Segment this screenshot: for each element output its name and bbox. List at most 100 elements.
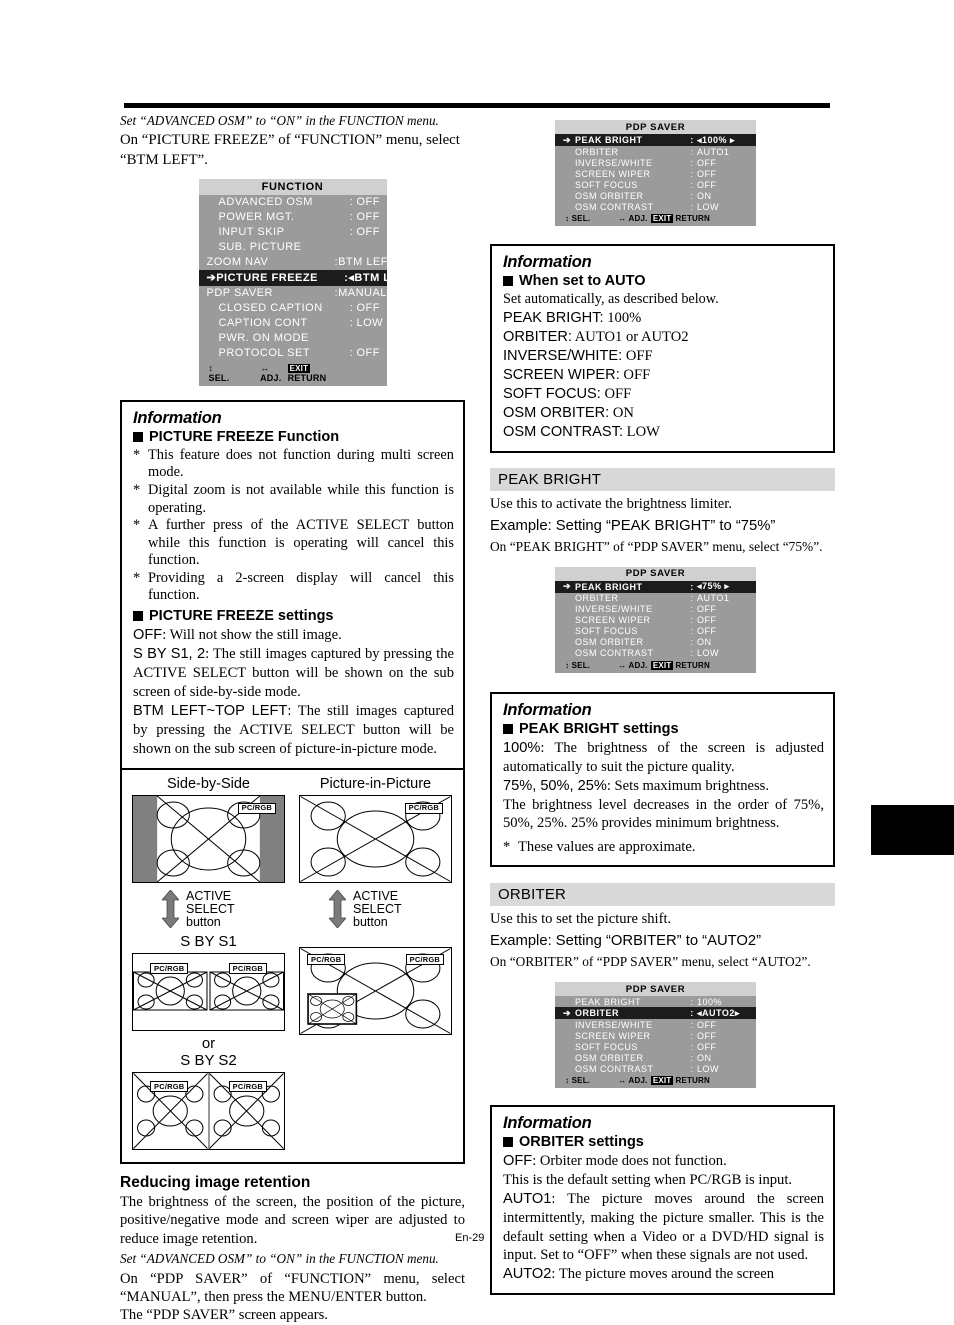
picture-freeze-notes: * This feature does not function during m…	[133, 447, 454, 605]
peak-order-text: The brightness level decreases in the or…	[503, 796, 824, 832]
osd-menu-row[interactable]: PDP SAVER: MANUAL	[199, 286, 387, 301]
osd-menu-row[interactable]: PEAK BRIGHT:100%	[555, 996, 756, 1007]
osd-menu-row[interactable]: SUB. PICTURE	[199, 240, 387, 255]
auto-value-val: AUTO1 or AUTO2	[574, 328, 689, 345]
pdp-menu-footer: ↕ SEL. ↔ ADJ. EXIT RETURN	[555, 1074, 756, 1089]
row-label: SCREEN WIPER	[575, 1030, 651, 1041]
auto-value-row: PEAK BRIGHT: 100%	[503, 309, 824, 328]
osd-menu-row[interactable]: INVERSE/WHITE: OFF	[555, 157, 756, 168]
osd-menu-row[interactable]: OSM ORBITER: ON	[555, 190, 756, 201]
asterisk: *	[133, 517, 141, 534]
info-subheading-settings: PICTURE FREEZE settings	[133, 608, 454, 624]
row-label: SOFT FOCUS	[575, 626, 638, 637]
peak-note: * These values are approximate.	[503, 838, 824, 856]
row-colon: :	[690, 604, 694, 615]
osd-menu-row[interactable]: ORBITER: AUTO1	[555, 593, 756, 604]
osd-menu-row[interactable]: SCREEN WIPER: OFF	[555, 1030, 756, 1041]
osd-menu-row[interactable]: SCREEN WIPER: OFF	[555, 168, 756, 179]
osd-menu-row[interactable]: OSM ORBITER: ON	[555, 637, 756, 648]
peak-setting-75: 75%, 50%, 25%: Sets maximum brightness.	[503, 777, 824, 796]
osd-menu-row[interactable]: ADVANCED OSM: OFF	[199, 195, 387, 210]
osd-menu-row[interactable]: INVERSE/WHITE: OFF	[555, 1019, 756, 1030]
pc-rgb-tag: PC/RGB	[150, 963, 189, 975]
row-value: LOW	[356, 317, 384, 330]
osd-menu-row[interactable]: ZOOM NAV: BTM LEFT	[199, 255, 395, 270]
pdp-saver-osd-menu-top[interactable]: PDP SAVER ➔ PEAK BRIGHT: ◂100% ▸ ORBITER: AU…	[555, 120, 756, 226]
row-value: OFF	[697, 157, 717, 168]
pc-rgb-tag: PC/RGB	[237, 802, 276, 814]
screen-sbys2: PC/RGB PC/RGB	[132, 1072, 285, 1151]
label-s-by-s2: S BY S2	[180, 1052, 237, 1070]
osd-menu-row[interactable]: ➔ PEAK BRIGHT: ◂100% ▸	[555, 134, 756, 146]
auto-value-key: OSM CONTRAST:	[503, 423, 623, 440]
row-label: OSM CONTRAST	[575, 1063, 654, 1074]
info-when-set-to-auto: Information When set to AUTO Set automat…	[490, 244, 835, 453]
row-label: ORBITER	[575, 593, 619, 604]
osd-menu-row[interactable]: SOFT FOCUS: OFF	[555, 626, 756, 637]
row-label: ADVANCED OSM	[218, 196, 313, 209]
peak-note-text: These values are approximate.	[518, 838, 696, 855]
row-label: SUB. PICTURE	[218, 241, 302, 254]
osd-menu-row[interactable]: PROTOCOL SET: OFF	[199, 346, 387, 361]
picture-freeze-settings: OFF: Will not show the still image. S BY …	[133, 626, 454, 759]
row-colon: :	[690, 615, 694, 626]
osd-menu-row[interactable]: OSM ORBITER: ON	[555, 1052, 756, 1063]
orbiter-heading: ORBITER	[490, 882, 835, 906]
osd-menu-row[interactable]: POWER MGT.: OFF	[199, 210, 387, 225]
row-colon: :	[690, 1063, 694, 1074]
osd-menu-row[interactable]: SCREEN WIPER: OFF	[555, 615, 756, 626]
osd-menu-row[interactable]: SOFT FOCUS: OFF	[555, 1041, 756, 1052]
asterisk: *	[133, 446, 141, 463]
osd-menu-row[interactable]: CAPTION CONT: LOW	[199, 316, 387, 331]
row-colon: :	[690, 996, 694, 1007]
row-value: ◂75% ▸	[697, 581, 730, 592]
osd-menu-row[interactable]: OSM CONTRAST: LOW	[555, 201, 756, 212]
osd-menu-row[interactable]: INPUT SKIP: OFF	[199, 225, 387, 240]
foot-sel-label: ↕ SEL.	[565, 1076, 591, 1086]
row-label: PEAK BRIGHT	[575, 135, 643, 145]
osd-menu-row[interactable]: SOFT FOCUS: OFF	[555, 179, 756, 190]
foot-adj-label: ↔ ADJ.	[618, 660, 648, 670]
orbiter-text-off: : Orbiter mode does not function.	[532, 1153, 727, 1170]
osd-menu-row[interactable]: INVERSE/WHITE: OFF	[555, 604, 756, 615]
auto-value-key: ORBITER:	[503, 328, 572, 345]
osd-menu-row[interactable]: CLOSED CAPTION: OFF	[199, 301, 387, 316]
row-value: LOW	[697, 648, 720, 659]
row-label: CLOSED CAPTION	[218, 302, 323, 315]
function-osd-menu[interactable]: FUNCTION ADVANCED OSM: OFF POWER MGT.: OFF I…	[198, 178, 422, 386]
osd-menu-row[interactable]: OSM CONTRAST: LOW	[555, 648, 756, 659]
as-line1: ACTIVE	[186, 888, 232, 903]
setting-item: S BY S1, 2: The still images captured by…	[133, 645, 454, 702]
pdp-saver-osd-menu-orbiter[interactable]: PDP SAVER PEAK BRIGHT:100% ➔ ORBITER: ◂AUTO…	[555, 982, 756, 1089]
auto-value-row: SOFT FOCUS: OFF	[503, 385, 824, 404]
auto-value-row: SCREEN WIPER: OFF	[503, 366, 824, 385]
orbiter-desc: Use this to set the picture shift.	[490, 910, 672, 927]
pdp-menu-title: PDP SAVER	[555, 120, 756, 134]
info-title: Information	[503, 700, 592, 719]
row-label: SOFT FOCUS	[575, 179, 638, 190]
info-orbiter-settings: Information ORBITER settings OFF: Orbite…	[490, 1105, 835, 1296]
auto-value-key: SOFT FOCUS:	[503, 385, 601, 402]
label-s-by-s1: S BY S1	[180, 933, 237, 951]
osd-menu-row[interactable]: PWR. ON MODE	[199, 331, 387, 346]
row-value: OFF	[697, 626, 717, 637]
row-value: ON	[697, 637, 712, 648]
left-intro-italic: Set “ADVANCED OSM” to “ON” in the FUNCTI…	[120, 113, 439, 128]
row-label: SCREEN WIPER	[575, 615, 651, 626]
row-label: INPUT SKIP	[218, 226, 285, 239]
osd-menu-row[interactable]: OSM CONTRAST: LOW	[555, 1063, 756, 1074]
osd-menu-row[interactable]: ORBITER: AUTO1	[555, 146, 756, 157]
row-colon: :	[690, 179, 694, 190]
osd-menu-row[interactable]: ➔ ORBITER: ◂AUTO2▸	[555, 1007, 756, 1020]
osd-menu-row[interactable]: ➔ PICTURE FREEZE: ◂BTM LEFT ▸	[198, 269, 422, 286]
orbiter-key-off: OFF	[503, 1153, 533, 1170]
osd-menu-row[interactable]: ➔ PEAK BRIGHT: ◂75% ▸	[555, 580, 756, 593]
row-value: OFF	[697, 1041, 717, 1052]
screen-sbs-full: PC/RGB	[132, 794, 285, 883]
row-colon: :	[690, 190, 694, 201]
row-label: PEAK BRIGHT	[575, 581, 643, 592]
pdp-saver-osd-menu-peak[interactable]: PDP SAVER ➔ PEAK BRIGHT: ◂75% ▸ ORBITER: AUT…	[555, 566, 756, 673]
foot-return-label: EXITRETURN	[287, 363, 387, 383]
auto-value-row: ORBITER: AUTO1 or AUTO2	[503, 328, 824, 347]
row-value: AUTO1	[697, 593, 730, 604]
